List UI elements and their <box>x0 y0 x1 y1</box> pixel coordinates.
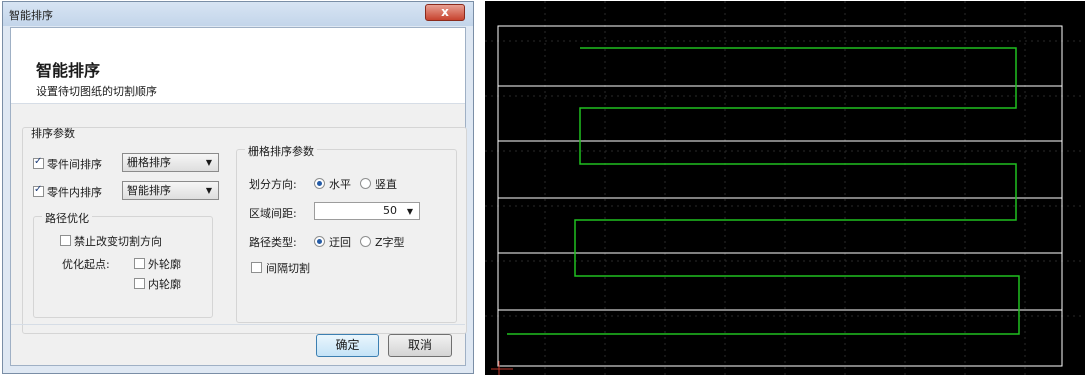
title-bar: 智能排序 x <box>3 2 473 26</box>
intra-part-label: 零件内排序 <box>47 186 102 199</box>
path-type-label: 路径类型: <box>249 236 297 249</box>
zigzag-radio[interactable] <box>314 236 325 247</box>
path-opt-title: 路径优化 <box>42 210 92 226</box>
close-button[interactable]: x <box>425 4 465 21</box>
sort-path-preview <box>485 1 1085 375</box>
sort-params-title: 排序参数 <box>31 127 75 140</box>
chevron-down-icon[interactable]: ▼ <box>404 204 416 218</box>
zigzag-label: 迂回 <box>329 236 351 249</box>
no-change-dir-label: 禁止改变切割方向 <box>74 235 162 248</box>
header-title: 智能排序 <box>36 61 101 80</box>
inner-contour-label: 内轮廓 <box>148 278 181 291</box>
outer-contour-label: 外轮廓 <box>148 258 181 271</box>
dotted-grid <box>485 1 1085 375</box>
dialog-header: 智能排序 设置待切图纸的切割顺序 <box>11 28 465 104</box>
path-opt-group: 路径优化 禁止改变切割方向 优化起点: 外轮廓 内轮廓 <box>33 210 213 318</box>
inter-part-checkbox[interactable] <box>33 156 44 169</box>
spacing-label: 区域间距: <box>249 207 297 220</box>
cancel-button[interactable]: 取消 <box>388 334 452 357</box>
interval-cut-label: 间隔切割 <box>266 262 310 275</box>
grid-params-group: 栅格排序参数 划分方向: 水平 竖直 区域间距: 50 ▼ 路径类型: 迂回 Z… <box>236 143 457 323</box>
window-title: 智能排序 <box>9 9 53 22</box>
cutting-path <box>507 47 1020 335</box>
origin-marker <box>491 361 513 375</box>
spacing-input[interactable]: 50 ▼ <box>314 202 420 220</box>
no-change-dir-checkbox[interactable] <box>60 235 71 246</box>
chevron-down-icon: ▼ <box>205 158 212 167</box>
inter-part-combo-value: 栅格排序 <box>127 156 171 169</box>
vertical-radio[interactable] <box>360 178 371 189</box>
outer-contour-checkbox[interactable] <box>134 258 145 269</box>
header-subtitle: 设置待切图纸的切割顺序 <box>36 85 157 98</box>
intra-part-combo[interactable]: 智能排序 ▼ <box>122 181 219 200</box>
chevron-down-icon: ▼ <box>205 186 212 195</box>
inter-part-combo[interactable]: 栅格排序 ▼ <box>122 153 219 172</box>
intra-part-checkbox[interactable] <box>33 184 44 197</box>
inner-contour-checkbox[interactable] <box>134 278 145 289</box>
sheet-border <box>497 25 1063 367</box>
ok-button[interactable]: 确定 <box>316 334 379 357</box>
start-point-label: 优化起点: <box>62 258 110 271</box>
interval-cut-checkbox[interactable] <box>251 262 262 273</box>
grid-params-title: 栅格排序参数 <box>245 143 317 159</box>
horizontal-radio[interactable] <box>314 178 325 189</box>
ztype-label: Z字型 <box>375 236 405 249</box>
spacing-value: 50 <box>383 204 397 217</box>
preview-canvas[interactable] <box>485 1 1085 375</box>
vertical-label: 竖直 <box>375 178 397 191</box>
dialog-client: 智能排序 设置待切图纸的切割顺序 排序参数 零件间排序 栅格排序 ▼ 零件内排序… <box>10 27 467 366</box>
sort-params-group: 排序参数 零件间排序 栅格排序 ▼ 零件内排序 智能排序 ▼ 路径优化 禁止改变… <box>22 127 467 334</box>
intra-part-combo-value: 智能排序 <box>127 184 171 197</box>
horizontal-label: 水平 <box>329 178 351 191</box>
smart-sort-dialog: 智能排序 x 智能排序 设置待切图纸的切割顺序 排序参数 零件间排序 栅格排序 … <box>2 1 474 374</box>
dialog-footer: 确定 取消 <box>11 324 465 365</box>
inter-part-label: 零件间排序 <box>47 158 102 171</box>
divide-direction-label: 划分方向: <box>249 178 297 191</box>
ztype-radio[interactable] <box>360 236 371 247</box>
